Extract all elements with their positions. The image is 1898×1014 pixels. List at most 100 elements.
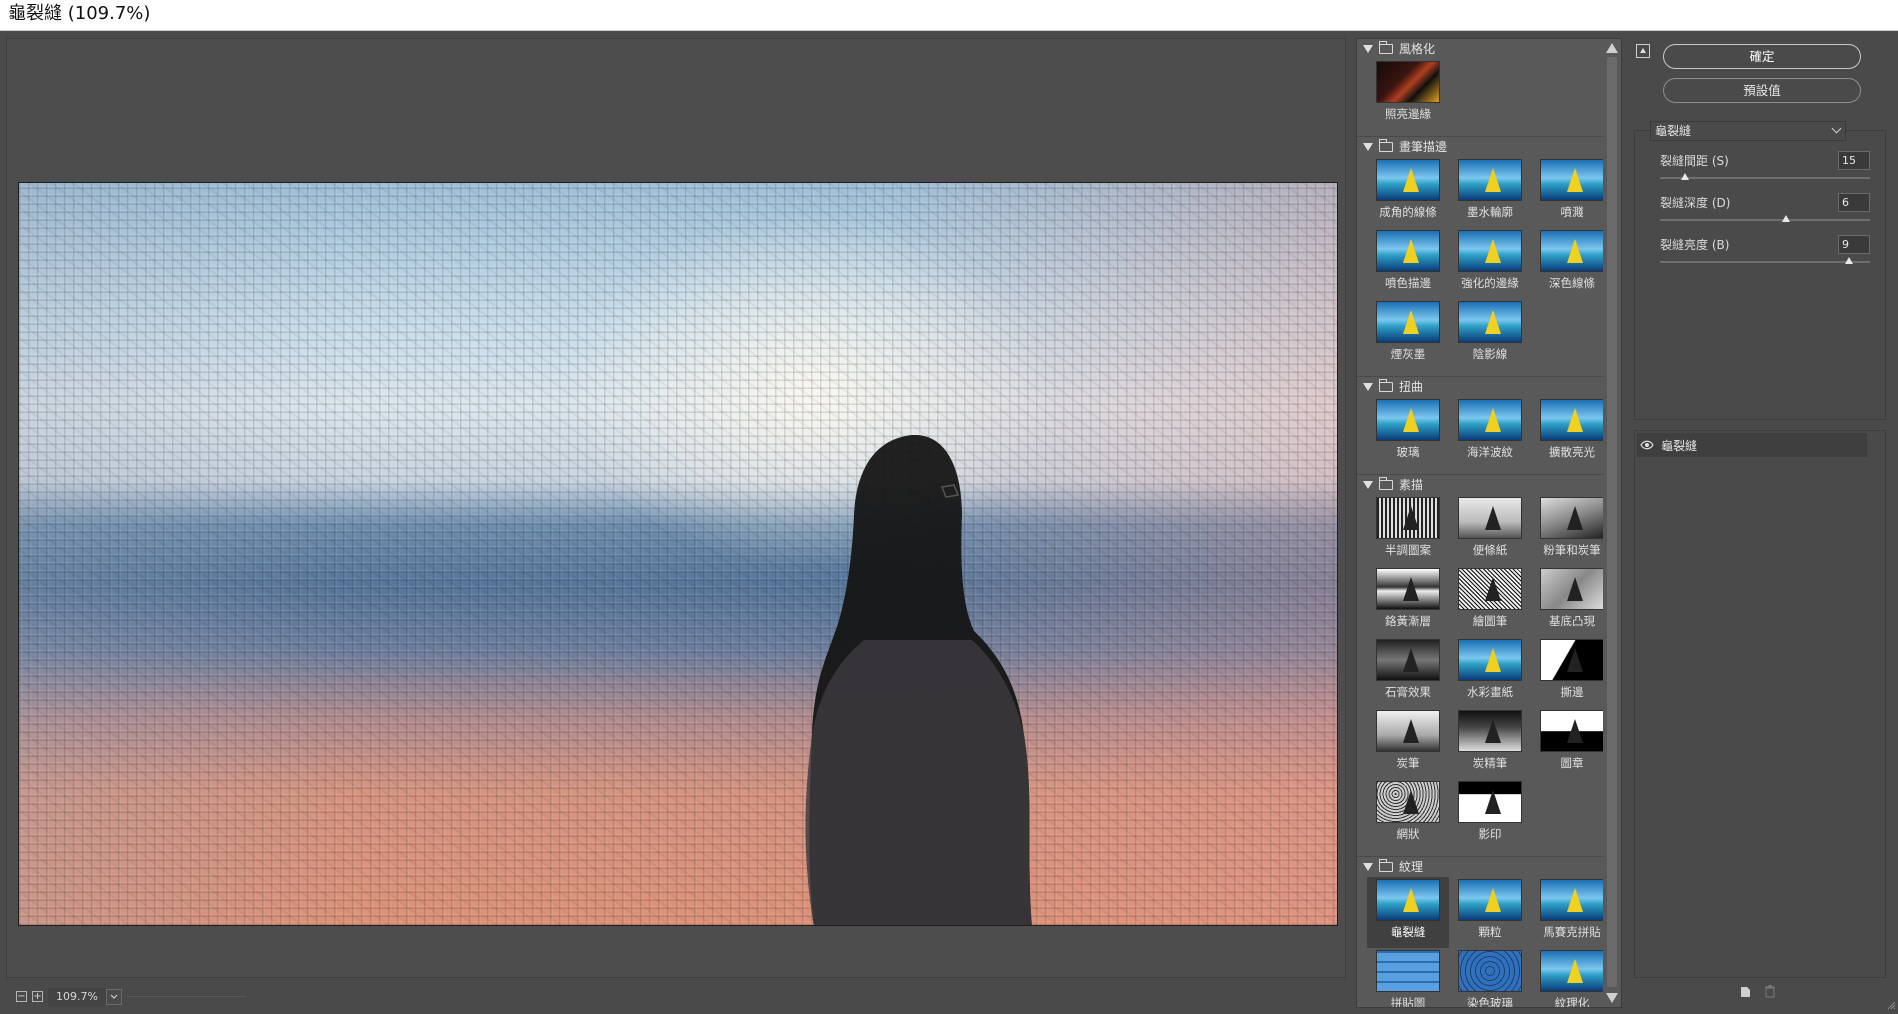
filter-thumbnail[interactable]: 顆粒 bbox=[1449, 877, 1531, 948]
eye-icon[interactable] bbox=[1637, 433, 1657, 457]
thumbnail-image[interactable] bbox=[1458, 301, 1522, 343]
thumbnail-image[interactable] bbox=[1540, 399, 1604, 441]
filter-thumbnail[interactable]: 石膏效果 bbox=[1367, 637, 1449, 708]
scroll-down-icon[interactable] bbox=[1606, 993, 1618, 1003]
slider-thumb[interactable] bbox=[1845, 257, 1853, 264]
thumbnail-image[interactable] bbox=[1458, 639, 1522, 681]
thumbnail-image[interactable] bbox=[1540, 568, 1604, 610]
category-header[interactable]: 紋理 bbox=[1357, 857, 1621, 877]
filter-thumbnail[interactable]: 龜裂縫 bbox=[1367, 877, 1449, 948]
thumbnail-image[interactable] bbox=[1376, 159, 1440, 201]
filter-thumbnail[interactable]: 照亮邊緣 bbox=[1367, 59, 1449, 130]
filter-thumbnail[interactable]: 鉻黃漸層 bbox=[1367, 566, 1449, 637]
filter-thumbnail[interactable]: 基底凸現 bbox=[1531, 566, 1613, 637]
thumbnail-image[interactable] bbox=[1458, 159, 1522, 201]
thumbnail-image[interactable] bbox=[1540, 950, 1604, 992]
param-input[interactable]: 6 bbox=[1838, 193, 1870, 212]
thumbnail-image[interactable] bbox=[1540, 879, 1604, 921]
defaults-button[interactable]: 預設值 bbox=[1663, 78, 1861, 103]
thumbnail-image[interactable] bbox=[1376, 950, 1440, 992]
thumbnail-image[interactable] bbox=[1458, 950, 1522, 992]
filter-thumbnail[interactable]: 半調圖案 bbox=[1367, 495, 1449, 566]
expand-arrow-icon[interactable] bbox=[1363, 383, 1373, 391]
filter-thumbnail[interactable]: 拼貼圖 bbox=[1367, 948, 1449, 1007]
preview-area[interactable] bbox=[6, 38, 1346, 978]
thumbnail-image[interactable] bbox=[1376, 301, 1440, 343]
preview-image[interactable] bbox=[18, 182, 1338, 926]
filter-thumbnail[interactable]: 染色玻璃 bbox=[1449, 948, 1531, 1007]
thumbnail-image[interactable] bbox=[1540, 497, 1604, 539]
param-input[interactable]: 9 bbox=[1838, 235, 1870, 254]
thumbnail-image[interactable] bbox=[1458, 399, 1522, 441]
scroll-thumb[interactable] bbox=[1607, 57, 1617, 987]
new-layer-icon[interactable] bbox=[1740, 985, 1752, 998]
thumbnail-image[interactable] bbox=[1376, 568, 1440, 610]
collapse-gallery-icon[interactable] bbox=[1636, 44, 1650, 58]
slider-thumb[interactable] bbox=[1782, 215, 1790, 222]
filter-thumbnail[interactable]: 撕邊 bbox=[1531, 637, 1613, 708]
filter-thumbnail[interactable]: 繪圖筆 bbox=[1449, 566, 1531, 637]
zoom-in-button[interactable]: + bbox=[32, 991, 43, 1002]
zoom-out-button[interactable]: − bbox=[16, 991, 27, 1002]
zoom-dropdown[interactable] bbox=[106, 989, 122, 1005]
trash-icon[interactable] bbox=[1764, 985, 1776, 998]
thumbnail-image[interactable] bbox=[1376, 639, 1440, 681]
expand-arrow-icon[interactable] bbox=[1363, 143, 1373, 151]
thumbnail-image[interactable] bbox=[1376, 710, 1440, 752]
thumbnail-image[interactable] bbox=[1458, 497, 1522, 539]
filter-thumbnail[interactable]: 煙灰墨 bbox=[1367, 299, 1449, 370]
category-header[interactable]: 畫筆描邊 bbox=[1357, 137, 1621, 157]
thumbnail-image[interactable] bbox=[1376, 230, 1440, 272]
thumbnail-image[interactable] bbox=[1458, 781, 1522, 823]
expand-arrow-icon[interactable] bbox=[1363, 863, 1373, 871]
filter-thumbnail[interactable]: 深色線條 bbox=[1531, 228, 1613, 299]
expand-arrow-icon[interactable] bbox=[1363, 481, 1373, 489]
slider-track[interactable] bbox=[1660, 177, 1870, 179]
slider-thumb[interactable] bbox=[1681, 173, 1690, 180]
thumbnail-image[interactable] bbox=[1540, 710, 1604, 752]
filter-thumbnail[interactable]: 噴色描邊 bbox=[1367, 228, 1449, 299]
filter-thumbnail[interactable]: 墨水輪廓 bbox=[1449, 157, 1531, 228]
filter-gallery[interactable]: 風格化 照亮邊緣畫筆描邊 成角的線條 墨水輪廓 噴濺噴色描邊 強化的邊緣 深色線條煙灰墨 陰影… bbox=[1356, 38, 1622, 1008]
filter-thumbnail[interactable]: 海洋波紋 bbox=[1449, 397, 1531, 468]
filter-thumbnail[interactable]: 炭精筆 bbox=[1449, 708, 1531, 779]
thumbnail-image[interactable] bbox=[1458, 879, 1522, 921]
filter-thumbnail[interactable]: 影印 bbox=[1449, 779, 1531, 850]
filter-thumbnail[interactable]: 噴濺 bbox=[1531, 157, 1613, 228]
thumbnail-image[interactable] bbox=[1376, 399, 1440, 441]
thumbnail-image[interactable] bbox=[1376, 781, 1440, 823]
filter-thumbnail[interactable]: 水彩畫紙 bbox=[1449, 637, 1531, 708]
filter-thumbnail[interactable]: 強化的邊緣 bbox=[1449, 228, 1531, 299]
thumbnail-image[interactable] bbox=[1376, 61, 1440, 103]
filter-thumbnail[interactable]: 紋理化 bbox=[1531, 948, 1613, 1007]
filter-thumbnail[interactable]: 網狀 bbox=[1367, 779, 1449, 850]
category-header[interactable]: 扭曲 bbox=[1357, 377, 1621, 397]
zoom-value[interactable]: 109.7% bbox=[48, 988, 106, 1006]
thumbnail-image[interactable] bbox=[1540, 159, 1604, 201]
filter-thumbnail[interactable]: 便條紙 bbox=[1449, 495, 1531, 566]
filter-select[interactable]: 龜裂縫 bbox=[1650, 121, 1846, 141]
filter-thumbnail[interactable]: 粉筆和炭筆 bbox=[1531, 495, 1613, 566]
filter-thumbnail[interactable]: 擴散亮光 bbox=[1531, 397, 1613, 468]
slider-track[interactable] bbox=[1660, 261, 1870, 263]
filter-thumbnail[interactable]: 圖章 bbox=[1531, 708, 1613, 779]
filter-thumbnail[interactable]: 馬賽克拼貼 bbox=[1531, 877, 1613, 948]
resize-grip-icon[interactable] bbox=[1886, 1000, 1896, 1010]
category-header[interactable]: 素描 bbox=[1357, 475, 1621, 495]
category-header[interactable]: 風格化 bbox=[1357, 39, 1621, 59]
thumbnail-image[interactable] bbox=[1540, 230, 1604, 272]
effect-layer-row[interactable]: 龜裂縫 bbox=[1637, 433, 1867, 457]
thumbnail-image[interactable] bbox=[1376, 879, 1440, 921]
filter-thumbnail[interactable]: 玻璃 bbox=[1367, 397, 1449, 468]
slider-track[interactable] bbox=[1660, 219, 1870, 221]
filter-thumbnail[interactable]: 陰影線 bbox=[1449, 299, 1531, 370]
ok-button[interactable]: 確定 bbox=[1663, 44, 1861, 69]
expand-arrow-icon[interactable] bbox=[1363, 45, 1373, 53]
thumbnail-image[interactable] bbox=[1458, 230, 1522, 272]
thumbnail-image[interactable] bbox=[1458, 710, 1522, 752]
thumbnail-image[interactable] bbox=[1458, 568, 1522, 610]
thumbnail-image[interactable] bbox=[1540, 639, 1604, 681]
filter-thumbnail[interactable]: 成角的線條 bbox=[1367, 157, 1449, 228]
gallery-scrollbar[interactable] bbox=[1603, 39, 1621, 1007]
filter-thumbnail[interactable]: 炭筆 bbox=[1367, 708, 1449, 779]
